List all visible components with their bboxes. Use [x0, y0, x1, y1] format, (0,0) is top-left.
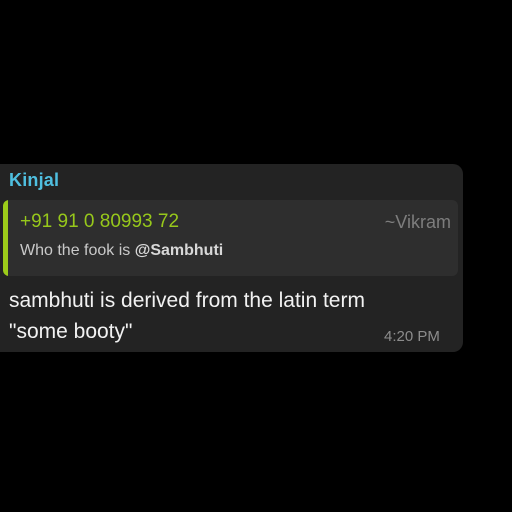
message-line-1: sambhuti is derived from the latin term [9, 289, 365, 312]
reply-mention: @Sambhuti [134, 242, 224, 259]
message-timestamp: 4:20 PM [384, 328, 440, 345]
message-body: sambhuti is derived from the latin term … [9, 285, 449, 347]
reply-preview[interactable]: +91 91 0 80993 72 ~Vikram Who the fook i… [3, 200, 458, 276]
reply-accent-bar [3, 200, 8, 276]
reply-quoted-text: Who the fook is @Sambhuti [20, 242, 223, 260]
reply-sender-number: +91 91 0 80993 72 [20, 211, 180, 232]
chat-screen: Kinjal +91 91 0 80993 72 ~Vikram Who the… [0, 0, 512, 512]
sender-name[interactable]: Kinjal [9, 170, 59, 191]
reply-text-prefix: Who the fook is [20, 242, 135, 259]
reply-sender-alias: ~Vikram [384, 212, 451, 232]
message-line-2: "some booty" [9, 320, 133, 343]
